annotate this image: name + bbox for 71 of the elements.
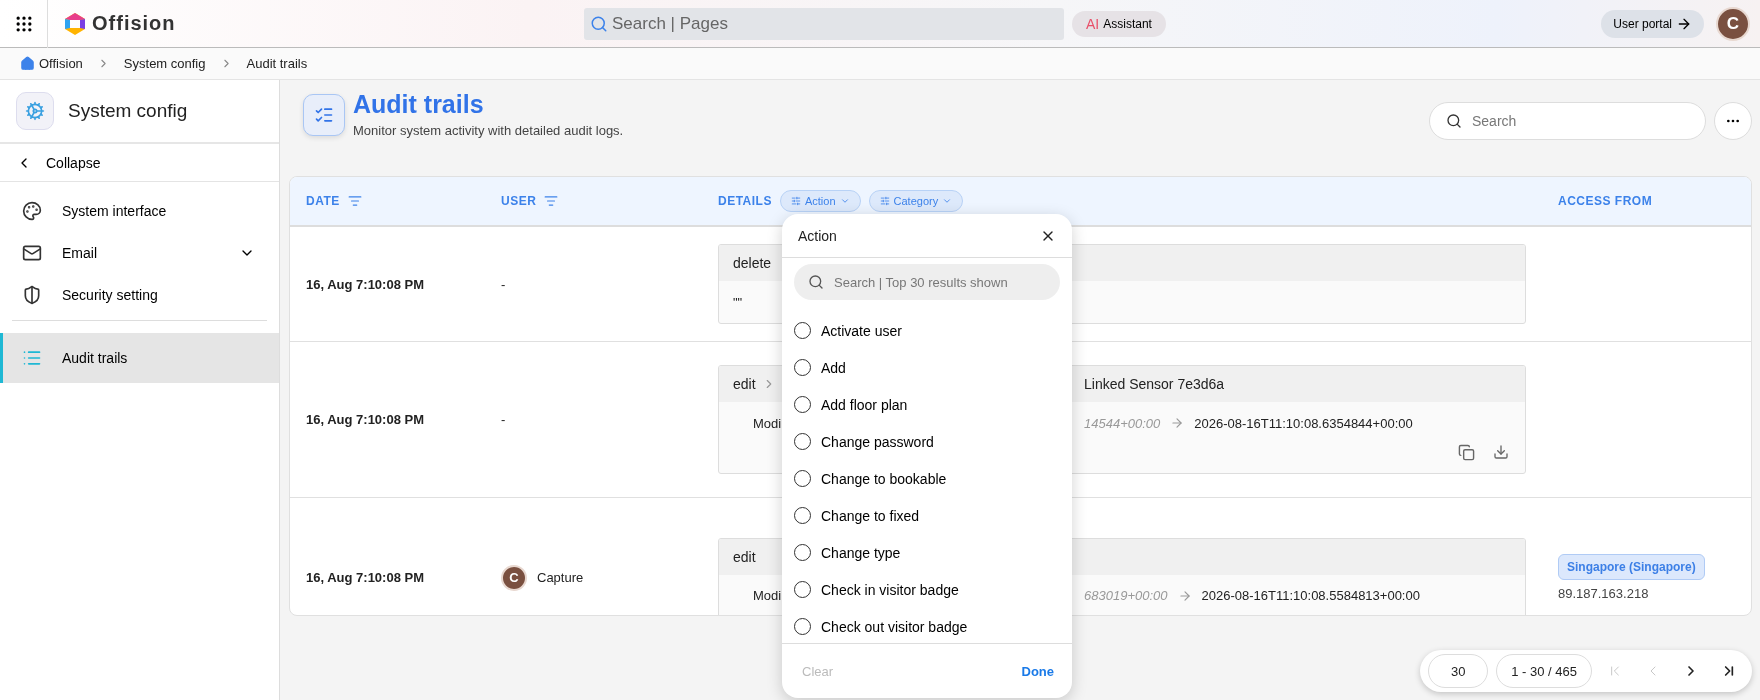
page-title: Audit trails [353,90,485,119]
detail-value: "" [733,294,743,310]
palette-icon [22,201,42,221]
checklist-icon [303,94,345,136]
field-label: Modi [753,588,782,603]
download-icon[interactable] [1493,444,1509,460]
new-value: 2026-08-16T11:10:08.6354844+00:00 [1194,415,1413,431]
sidebar-title: System config [68,100,188,122]
sidebar-item[interactable]: Email [0,232,279,274]
option-item[interactable]: Check out visitor badge [782,608,1072,643]
action-name: edit [733,376,756,392]
old-value: 683019+00:00 [1084,588,1168,603]
search-field[interactable]: Search [1429,102,1706,140]
date-cell: 16, Aug 7:10:08 PM [306,570,424,585]
option-item[interactable]: Add [782,349,1072,386]
list-icon [22,348,42,368]
user-name: - [501,412,506,427]
date-cell: 16, Aug 7:10:08 PM [306,276,424,292]
option-item[interactable]: Check in visitor badge [782,571,1072,608]
column-header: USER [501,194,537,208]
assistant-button[interactable]: AI Assistant [1072,10,1166,37]
user-name: Capture [537,570,584,585]
home-icon[interactable] [20,56,35,71]
column-header: ACCESS FROM [1558,194,1653,208]
breadcrumb-link[interactable]: Audit trails [246,56,308,71]
done-button[interactable]: Done [1021,663,1054,679]
ip-address: 89.187.163.218 [1558,586,1649,601]
column-header: DATE [306,194,340,208]
option-item[interactable]: Activate user [782,312,1072,349]
chevron-icon [942,196,953,206]
location-tag: Singapore (Singapore) [1558,554,1705,580]
collapse-button[interactable]: Collapse [0,144,279,182]
sliders-icon [790,196,801,206]
logo-icon [64,11,86,36]
sidebar-item[interactable]: Security setting [0,274,279,316]
option-item[interactable]: Change password [782,423,1072,460]
logo-text: Offision [92,12,176,35]
date-cell: 16, Aug 7:10:08 PM [306,412,424,427]
action-name: delete [733,255,772,271]
search-icon [808,274,824,290]
arrow-icon [1177,588,1192,603]
mail-icon [22,243,42,263]
search-field[interactable]: Search | Top 30 results shown [794,264,1060,300]
search-field[interactable]: Search | Pages [584,7,1064,40]
option-item[interactable]: Change to fixed [782,497,1072,534]
search-icon [1446,113,1462,129]
detail-title: Linked Sensor 7e3d6a [1084,376,1226,392]
sidebar-item[interactable]: Audit trails [0,333,279,383]
search-icon [590,14,608,33]
column-header: DETAILS [718,194,772,208]
sliders-icon [879,196,890,206]
option-item[interactable]: Change type [782,534,1072,571]
chevron-icon [839,196,850,206]
action-name: edit [733,548,756,565]
page-subtitle: Monitor system activity with detailed audit logs. [353,123,624,138]
new-value: 2026-08-16T11:10:08.5584813+00:00 [1201,588,1420,603]
breadcrumb-link[interactable]: Offision [39,56,83,71]
option-item[interactable]: Change to bookable [782,460,1072,497]
sidebar-item[interactable]: System interface [0,190,279,232]
avatar[interactable]: C [1716,6,1750,41]
option-item[interactable]: Add floor plan [782,386,1072,423]
user-portal-button[interactable]: User portal [1601,9,1704,38]
popup-title: Action [798,227,837,244]
breadcrumb-link[interactable]: System config [123,56,206,71]
field-label: Modi [753,415,782,431]
user-avatar: C [501,564,527,591]
copy-icon[interactable] [1458,444,1475,461]
shield-icon [22,285,42,305]
old-value: 14544+00:00 [1084,415,1161,431]
user-name: - [501,276,506,292]
gear-icon [16,92,54,130]
